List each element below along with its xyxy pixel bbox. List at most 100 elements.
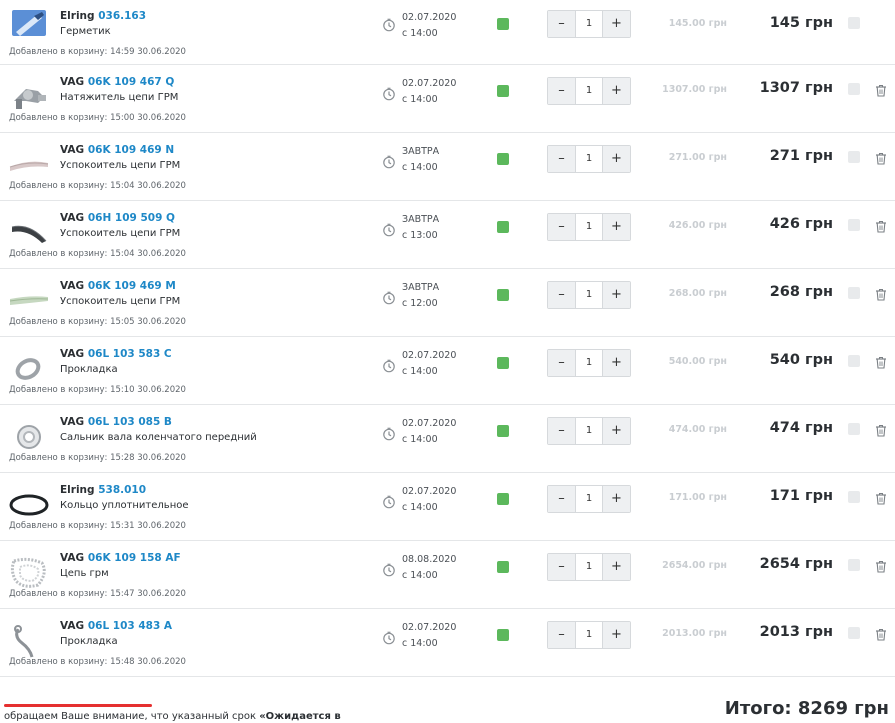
quantity-input[interactable]: 1 bbox=[576, 214, 602, 240]
trash-icon[interactable] bbox=[875, 288, 887, 301]
cart-row: Elring 538.010 Кольцо уплотнительное Добав… bbox=[0, 473, 895, 541]
increase-button[interactable]: + bbox=[602, 418, 630, 444]
increase-button[interactable]: + bbox=[602, 350, 630, 376]
added-timestamp: 15:00 30.06.2020 bbox=[110, 113, 186, 123]
product-code-link[interactable]: 538.010 bbox=[98, 484, 146, 496]
product-code-link[interactable]: 06K 109 469 N bbox=[88, 144, 174, 156]
sealant-tube-icon[interactable] bbox=[8, 6, 50, 42]
clock-icon bbox=[382, 630, 396, 645]
red-underline-mark bbox=[4, 704, 152, 707]
product-code-link[interactable]: 06K 109 158 AF bbox=[88, 552, 181, 564]
increase-button[interactable]: + bbox=[602, 282, 630, 308]
trash-icon[interactable] bbox=[875, 492, 887, 505]
decrease-button[interactable]: – bbox=[548, 622, 576, 648]
line-total: 426 грн bbox=[769, 216, 833, 232]
select-checkbox[interactable] bbox=[848, 219, 860, 231]
select-checkbox[interactable] bbox=[848, 627, 860, 639]
product-code-link[interactable]: 06L 103 583 C bbox=[88, 348, 172, 360]
decrease-button[interactable]: – bbox=[548, 554, 576, 580]
cart-row: Elring 036.163 Герметик Добавлено в корзин… bbox=[0, 0, 895, 65]
trash-icon[interactable] bbox=[875, 356, 887, 369]
increase-button[interactable]: + bbox=[602, 214, 630, 240]
product-code-link[interactable]: 036.163 bbox=[98, 10, 146, 22]
quantity-input[interactable]: 1 bbox=[576, 350, 602, 376]
chain-guide-green-icon[interactable] bbox=[8, 283, 50, 319]
select-checkbox[interactable] bbox=[848, 559, 860, 571]
decrease-button[interactable]: – bbox=[548, 350, 576, 376]
decrease-button[interactable]: – bbox=[548, 146, 576, 172]
product-code-link[interactable]: 06K 109 469 M bbox=[88, 280, 176, 292]
product-brand: Elring bbox=[60, 10, 95, 22]
select-checkbox[interactable] bbox=[848, 287, 860, 299]
shaft-seal-icon[interactable] bbox=[8, 419, 50, 455]
quantity-input[interactable]: 1 bbox=[576, 11, 602, 37]
decrease-button[interactable]: – bbox=[548, 11, 576, 37]
trash-icon[interactable] bbox=[875, 152, 887, 165]
chain-guide-icon[interactable] bbox=[8, 147, 50, 183]
decrease-button[interactable]: – bbox=[548, 486, 576, 512]
added-info: Добавлено в корзину: 15:10 30.06.2020 bbox=[9, 385, 186, 395]
quantity-input[interactable]: 1 bbox=[576, 78, 602, 104]
notice-text: обращаем Ваше внимание, что указанный ср… bbox=[4, 711, 260, 722]
select-checkbox[interactable] bbox=[848, 491, 860, 503]
line-total: 1307 грн bbox=[759, 80, 833, 96]
product-code-link[interactable]: 06L 103 085 B bbox=[88, 416, 172, 428]
chain-guide-dark-icon[interactable] bbox=[8, 215, 50, 251]
o-ring-icon[interactable] bbox=[8, 487, 50, 523]
increase-button[interactable]: + bbox=[602, 11, 630, 37]
trash-icon[interactable] bbox=[875, 424, 887, 437]
product-name: Кольцо уплотнительное bbox=[60, 500, 189, 511]
line-total: 2013 грн bbox=[759, 624, 833, 640]
trash-icon[interactable] bbox=[875, 560, 887, 573]
notice-bold: «Ожидается в bbox=[259, 711, 341, 722]
cart-list: Elring 036.163 Герметик Добавлено в корзин… bbox=[0, 0, 895, 677]
product-title: Elring 538.010 bbox=[60, 484, 146, 496]
decrease-button[interactable]: – bbox=[548, 418, 576, 444]
trash-icon[interactable] bbox=[875, 628, 887, 641]
product-name: Прокладка bbox=[60, 636, 118, 647]
product-code-link[interactable]: 06L 103 483 A bbox=[88, 620, 172, 632]
decrease-button[interactable]: – bbox=[548, 214, 576, 240]
quantity-input[interactable]: 1 bbox=[576, 418, 602, 444]
quantity-stepper: –1 + bbox=[547, 145, 631, 173]
product-brand: VAG bbox=[60, 620, 85, 632]
increase-button[interactable]: + bbox=[602, 78, 630, 104]
delivery-date: 02.07.2020 bbox=[402, 78, 457, 89]
gasket-icon[interactable] bbox=[8, 351, 50, 387]
availability-indicator bbox=[497, 629, 509, 641]
line-total: 2654 грн bbox=[759, 556, 833, 572]
clock-icon bbox=[382, 154, 396, 169]
delivery-info: 02.07.2020 с 14:00 bbox=[402, 484, 456, 516]
select-checkbox[interactable] bbox=[848, 355, 860, 367]
timing-chain-icon[interactable] bbox=[8, 555, 50, 591]
quantity-input[interactable]: 1 bbox=[576, 486, 602, 512]
quantity-input[interactable]: 1 bbox=[576, 282, 602, 308]
decrease-button[interactable]: – bbox=[548, 282, 576, 308]
quantity-input[interactable]: 1 bbox=[576, 622, 602, 648]
added-label: Добавлено в корзину: bbox=[9, 181, 108, 191]
delivery-time: с 14:00 bbox=[402, 28, 438, 39]
trash-icon[interactable] bbox=[875, 84, 887, 97]
quantity-stepper: –1 + bbox=[547, 10, 631, 38]
chain-tensioner-icon[interactable] bbox=[8, 79, 50, 115]
cart-row: VAG 06K 109 469 M Успокоитель цепи ГРМ Доб… bbox=[0, 269, 895, 337]
increase-button[interactable]: + bbox=[602, 622, 630, 648]
select-checkbox[interactable] bbox=[848, 17, 860, 29]
product-code-link[interactable]: 06H 109 509 Q bbox=[88, 212, 175, 224]
product-code-link[interactable]: 06K 109 467 Q bbox=[88, 76, 174, 88]
select-checkbox[interactable] bbox=[848, 151, 860, 163]
select-checkbox[interactable] bbox=[848, 423, 860, 435]
unit-price: 426.00 грн bbox=[668, 220, 727, 231]
increase-button[interactable]: + bbox=[602, 146, 630, 172]
increase-button[interactable]: + bbox=[602, 486, 630, 512]
product-title: VAG 06K 109 467 Q bbox=[60, 76, 174, 88]
trash-icon[interactable] bbox=[875, 220, 887, 233]
quantity-input[interactable]: 1 bbox=[576, 146, 602, 172]
select-checkbox[interactable] bbox=[848, 83, 860, 95]
quantity-input[interactable]: 1 bbox=[576, 554, 602, 580]
product-brand: VAG bbox=[60, 552, 85, 564]
gasket-hose-icon[interactable] bbox=[8, 623, 50, 659]
increase-button[interactable]: + bbox=[602, 554, 630, 580]
decrease-button[interactable]: – bbox=[548, 78, 576, 104]
line-total: 540 грн bbox=[769, 352, 833, 368]
